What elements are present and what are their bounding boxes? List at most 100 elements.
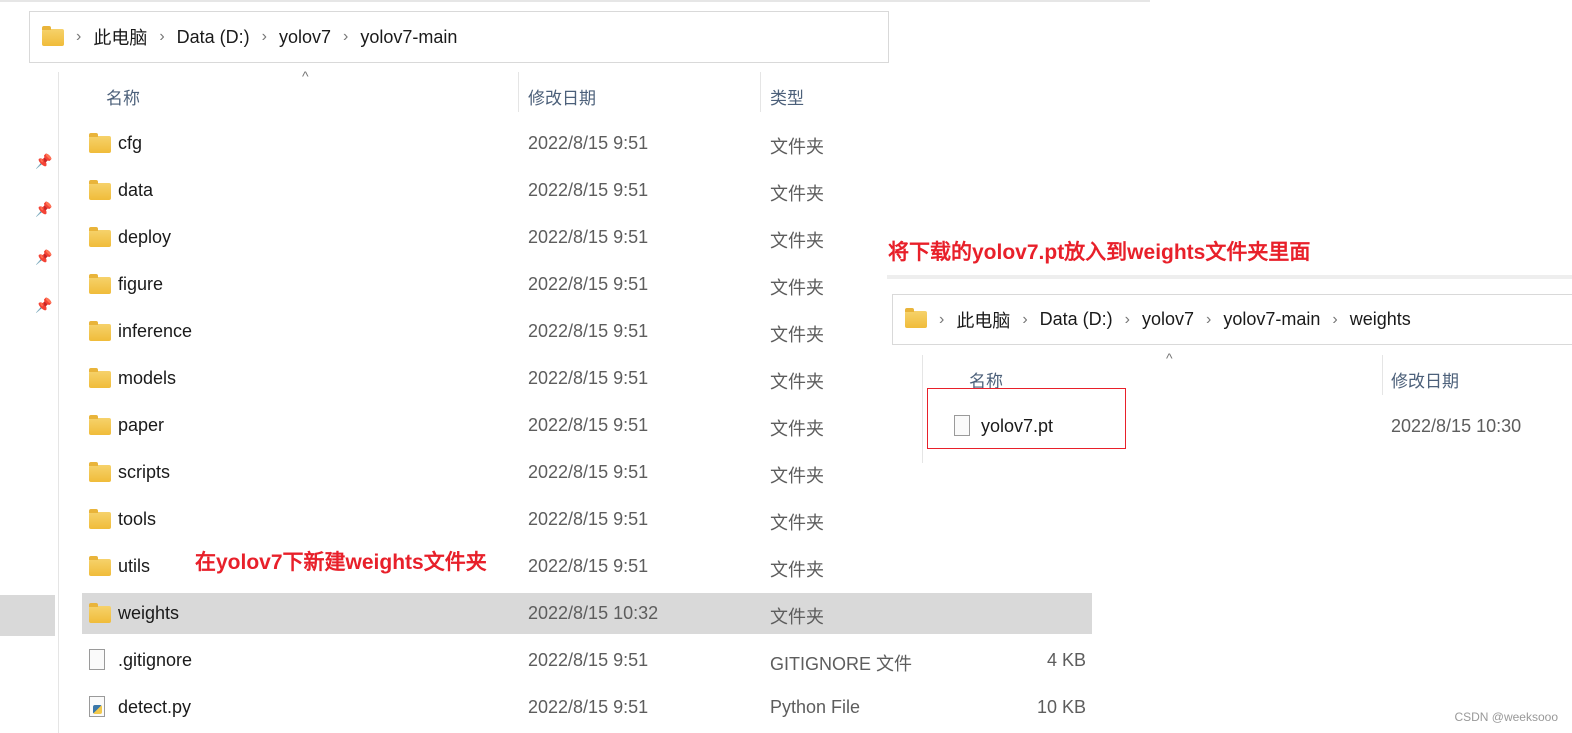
file-name: cfg (118, 133, 143, 153)
file-date: 2022/8/15 10:30 (1391, 416, 1522, 436)
breadcrumb-item[interactable]: yolov7-main (1223, 309, 1320, 330)
file-name: tools (118, 509, 157, 529)
column-header-date[interactable]: 修改日期 (1391, 367, 1459, 392)
breadcrumb-item[interactable]: 此电脑 (956, 307, 1010, 333)
chevron-right-icon[interactable]: › (1206, 311, 1211, 329)
file-row[interactable]: tools 2022/8/15 9:51 文件夹 (82, 499, 1092, 540)
file-type: 文件夹 (770, 325, 824, 345)
column-divider[interactable] (1382, 355, 1383, 395)
sort-ascending-icon[interactable]: ^ (1166, 350, 1173, 366)
breadcrumb-item[interactable]: 此电脑 (93, 24, 147, 50)
file-name: inference (118, 321, 193, 341)
file-row[interactable]: .gitignore 2022/8/15 9:51 GITIGNORE 文件 4… (82, 640, 1092, 681)
file-type: 文件夹 (770, 184, 824, 204)
chevron-right-icon[interactable]: › (159, 28, 164, 46)
pin-icon[interactable]: 📌 (35, 153, 52, 169)
watermark: CSDN @weeksooo (1454, 710, 1558, 724)
file-type: 文件夹 (770, 607, 824, 627)
file-name: models (118, 368, 177, 388)
annotation-right: 将下载的yolov7.pt放入到weights文件夹里面 (888, 241, 1311, 264)
file-name: scripts (118, 462, 171, 482)
chevron-right-icon[interactable]: › (262, 28, 267, 46)
breadcrumb-item[interactable]: weights (1350, 309, 1411, 330)
file-name: weights (118, 603, 180, 623)
sidebar-divider (58, 72, 59, 733)
file-row[interactable]: data 2022/8/15 9:51 文件夹 (82, 170, 1092, 211)
breadcrumb-item[interactable]: yolov7 (279, 27, 331, 48)
modified-date: 2022/8/15 10:32 (528, 603, 659, 623)
folder-icon (42, 25, 64, 46)
modified-date: 2022/8/15 9:51 (528, 321, 649, 341)
address-bar[interactable]: › 此电脑 › Data (D:) › yolov7 › yolov7-main (29, 11, 889, 63)
column-header-type[interactable]: 类型 (770, 84, 804, 109)
chevron-right-icon[interactable]: › (1332, 311, 1337, 329)
breadcrumb-item[interactable]: yolov7-main (360, 27, 457, 48)
pin-icon[interactable]: 📌 (35, 297, 52, 313)
folder-icon (89, 509, 111, 529)
chevron-right-icon[interactable]: › (343, 28, 348, 46)
folder-icon (89, 415, 111, 435)
modified-date: 2022/8/15 9:51 (528, 180, 649, 200)
file-icon (89, 649, 105, 670)
file-row[interactable]: cfg 2022/8/15 9:51 文件夹 (82, 123, 1092, 164)
folder-icon (89, 180, 111, 200)
file-name: data (118, 180, 154, 200)
file-name: .gitignore (118, 650, 193, 670)
file-name: detect.py (118, 697, 192, 717)
modified-date: 2022/8/15 9:51 (528, 274, 649, 294)
file-size: 4 KB (1046, 650, 1086, 670)
chevron-right-icon[interactable]: › (1022, 311, 1027, 329)
file-type: 文件夹 (770, 231, 824, 251)
modified-date: 2022/8/15 9:51 (528, 650, 649, 670)
column-header-date[interactable]: 修改日期 (528, 84, 596, 109)
file-name: paper (118, 415, 165, 435)
sort-ascending-icon[interactable]: ^ (302, 68, 309, 84)
pin-icon[interactable]: 📌 (35, 201, 52, 217)
chevron-right-icon[interactable]: › (1125, 311, 1130, 329)
pin-icon[interactable]: 📌 (35, 249, 52, 265)
address-bar-weights[interactable]: › 此电脑 › Data (D:) › yolov7 › yolov7-main › weight… (892, 294, 1572, 345)
file-row[interactable]: weights 2022/8/15 10:32 文件夹 (82, 593, 1092, 634)
sidebar-selected-item[interactable] (0, 595, 55, 636)
breadcrumb-item[interactable]: Data (D:) (177, 27, 250, 48)
folder-icon (89, 274, 111, 294)
folder-icon (89, 368, 111, 388)
column-header-name[interactable]: 名称 (106, 84, 140, 109)
modified-date: 2022/8/15 9:51 (528, 227, 649, 247)
folder-icon (89, 603, 111, 623)
file-row[interactable]: detect.py 2022/8/15 9:51 Python File 10 … (82, 687, 1092, 728)
chevron-right-icon[interactable]: › (939, 311, 944, 329)
top-divider (0, 0, 1150, 2)
column-divider[interactable] (518, 72, 519, 112)
modified-date: 2022/8/15 9:51 (528, 462, 649, 482)
folder-icon (89, 556, 111, 576)
file-name: deploy (118, 227, 172, 247)
folder-icon (89, 227, 111, 247)
folder-icon (89, 462, 111, 482)
modified-date: 2022/8/15 9:51 (528, 556, 649, 576)
folder-icon (905, 308, 927, 328)
modified-date: 2022/8/15 9:51 (528, 509, 649, 529)
file-type: 文件夹 (770, 513, 824, 533)
breadcrumb-item[interactable]: Data (D:) (1040, 309, 1113, 330)
file-name: figure (118, 274, 164, 294)
file-name: utils (118, 556, 151, 576)
folder-icon (89, 321, 111, 341)
python-file-icon (89, 696, 105, 717)
column-divider[interactable] (760, 72, 761, 112)
file-type: 文件夹 (770, 372, 824, 392)
window-divider (887, 275, 1572, 279)
folder-icon (89, 133, 111, 153)
chevron-right-icon[interactable]: › (76, 28, 81, 46)
modified-date: 2022/8/15 9:51 (528, 415, 649, 435)
breadcrumb-item[interactable]: yolov7 (1142, 309, 1194, 330)
file-row[interactable]: scripts 2022/8/15 9:51 文件夹 (82, 452, 1092, 493)
file-name[interactable]: yolov7.pt (981, 416, 1053, 437)
modified-date: 2022/8/15 9:51 (528, 368, 649, 388)
annotation-left: 在yolov7下新建weights文件夹 (195, 551, 487, 574)
file-type: GITIGNORE 文件 (770, 654, 913, 674)
file-type: 文件夹 (770, 278, 824, 298)
file-type: 文件夹 (770, 137, 824, 157)
sidebar-divider (922, 355, 923, 463)
file-type: 文件夹 (770, 560, 824, 580)
